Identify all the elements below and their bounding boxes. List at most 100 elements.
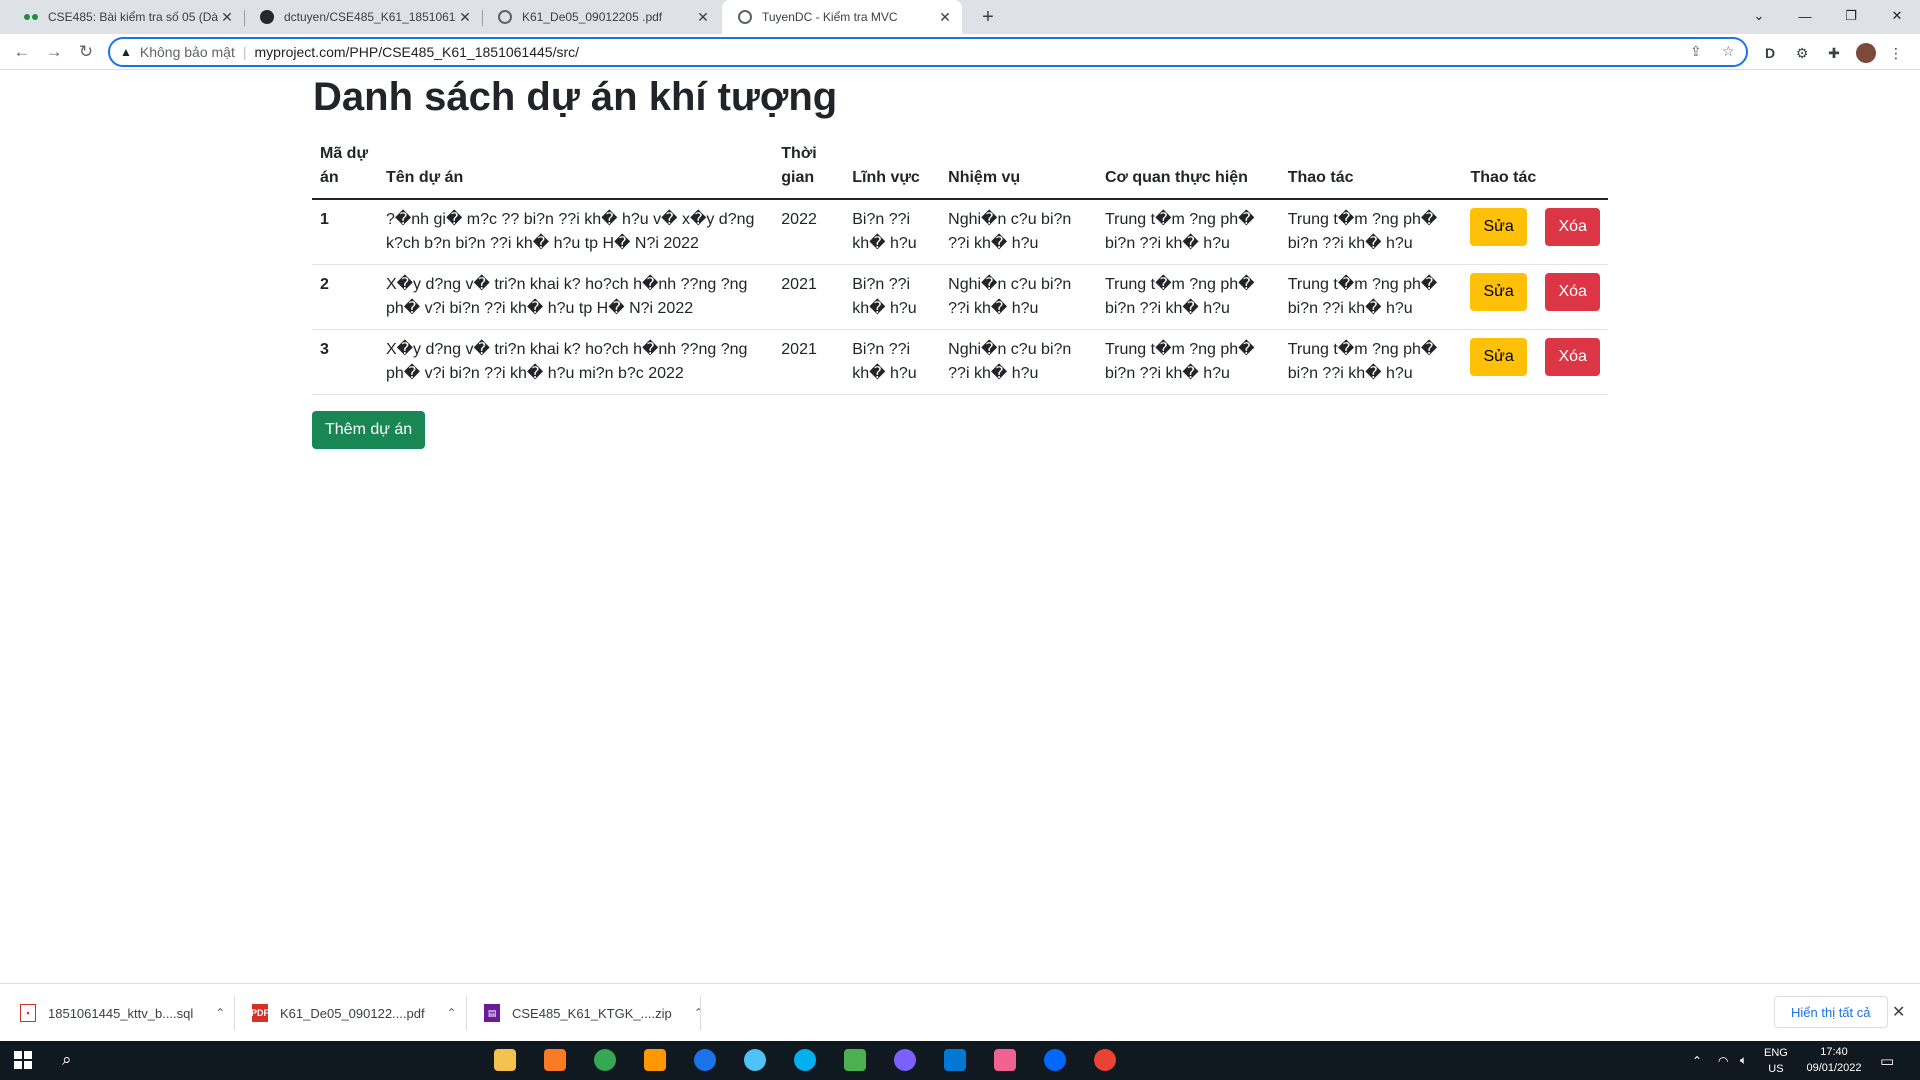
download-filename: CSE485_K61_KTGK_....zip	[512, 1005, 672, 1021]
download-item[interactable]: ▤ CSE485_K61_KTGK_....zip ⌃	[484, 984, 704, 1042]
delete-button[interactable]: Xóa	[1545, 273, 1600, 311]
reload-icon[interactable]: ↻	[74, 40, 98, 64]
column-header-agency: Cơ quan thực hiện	[1096, 134, 1280, 200]
restore-button[interactable]: ❐	[1836, 4, 1866, 28]
cell-agency: Trung t�m ?ng ph� bi?n ??i kh� h?u	[1096, 264, 1280, 330]
cell-year: 2021	[773, 264, 845, 330]
profile-avatar[interactable]	[1856, 43, 1876, 63]
tab-search-icon[interactable]: ⌄	[1744, 4, 1774, 28]
page-content: Danh sách dự án khí tượng Mã dự án Tên d…	[312, 72, 1608, 449]
browser-tab-1[interactable]: CSE485: Bài kiểm tra số 05 (Dành ✕	[8, 0, 244, 34]
close-icon[interactable]: ✕	[218, 8, 236, 26]
tray-chevron-icon[interactable]: ⌃	[1692, 1041, 1702, 1080]
clock[interactable]: 17:40 09/01/2022	[1804, 1044, 1864, 1076]
browser-tab-2[interactable]: dctuyen/CSE485_K61_1851061445 ✕	[244, 0, 482, 34]
messenger-icon[interactable]	[894, 1049, 916, 1071]
close-icon[interactable]: ✕	[1892, 1002, 1905, 1022]
windows-start-icon[interactable]	[14, 1051, 32, 1069]
language-indicator[interactable]: ENG US	[1764, 1045, 1788, 1077]
page-title: Danh sách dự án khí tượng	[313, 75, 838, 119]
cell-edit: Sửa	[1462, 329, 1538, 395]
close-icon[interactable]: ✕	[694, 8, 712, 26]
share-icon[interactable]: ⇪	[1690, 43, 1702, 60]
search-icon[interactable]: ⌕	[62, 1050, 72, 1070]
sublime-icon[interactable]	[644, 1049, 666, 1071]
chevron-up-icon[interactable]: ⌃	[694, 1006, 704, 1020]
download-divider	[700, 996, 701, 1030]
classroom-icon	[24, 14, 38, 20]
cell-name: X�y d?ng v� tri?n khai k? ho?ch h�nh ??n…	[377, 264, 774, 330]
window-close-button[interactable]: ✕	[1882, 4, 1912, 28]
cell-edit: Sửa	[1462, 199, 1538, 265]
cell-agency: Trung t�m ?ng ph� bi?n ??i kh� h?u	[1096, 329, 1280, 395]
close-icon[interactable]: ✕	[936, 8, 954, 26]
table-row: 1 ?�nh gi� m?c ?? bi?n ??i kh� h?u v� x�…	[312, 199, 1608, 265]
extension-d-icon[interactable]: D	[1760, 43, 1780, 63]
table-header-row: Mã dự án Tên dự án Thời gian Lĩnh vực Nh…	[312, 134, 1608, 200]
clock-date: 09/01/2022	[1806, 1062, 1862, 1074]
edit-button[interactable]: Sửa	[1470, 208, 1527, 246]
file-explorer-icon[interactable]	[494, 1049, 516, 1071]
security-label[interactable]: Không bảo mật	[140, 44, 235, 60]
column-header-year: Thời gian	[773, 134, 845, 200]
language-region: US	[1768, 1063, 1784, 1075]
cell-edit: Sửa	[1462, 264, 1538, 330]
delete-button[interactable]: Xóa	[1545, 338, 1600, 376]
notification-icon[interactable]: ▭	[1880, 1041, 1894, 1080]
cell-task: Nghi�n c?u bi?n ??i kh� h?u	[940, 199, 1097, 265]
projects-table: Mã dự án Tên dự án Thời gian Lĩnh vực Nh…	[312, 134, 1608, 395]
tab-title: dctuyen/CSE485_K61_1851061445	[284, 10, 456, 24]
new-tab-button[interactable]: +	[976, 5, 1000, 29]
extensions-puzzle-icon[interactable]: ✚	[1824, 43, 1844, 63]
forward-icon[interactable]: →	[42, 40, 66, 64]
maps-icon[interactable]	[694, 1049, 716, 1071]
minimize-button[interactable]: —	[1790, 4, 1820, 28]
chrome-icon[interactable]	[594, 1049, 616, 1071]
chrome-icon[interactable]	[1094, 1049, 1116, 1071]
zalo-icon[interactable]	[1044, 1049, 1066, 1071]
download-item[interactable]: ▪ 1851061445_kttv_b....sql ⌃	[20, 984, 225, 1042]
bookmark-star-icon[interactable]: ☆	[1722, 43, 1735, 60]
column-header-action-2: Thao tác	[1462, 134, 1608, 200]
browser-tab-4[interactable]: TuyenDC - Kiểm tra MVC ✕	[722, 0, 962, 34]
xampp-icon[interactable]	[544, 1049, 566, 1071]
browser-toolbar: ← → ↻ ▲ Không bảo mật | myproject.com/PH…	[0, 34, 1920, 70]
chevron-up-icon[interactable]: ⌃	[447, 1006, 457, 1020]
cell-action-text: Trung t�m ?ng ph� bi?n ??i kh� h?u	[1279, 264, 1463, 330]
column-header-task: Nhiệm vụ	[940, 134, 1097, 200]
cell-delete: Xóa	[1537, 199, 1608, 265]
tab-title: TuyenDC - Kiểm tra MVC	[762, 10, 898, 24]
extension-gear-icon[interactable]: ⚙	[1792, 43, 1812, 63]
cell-id: 3	[312, 329, 378, 395]
edit-button[interactable]: Sửa	[1470, 338, 1527, 376]
cell-id: 2	[312, 264, 378, 330]
volume-icon[interactable]: 🔈︎	[1740, 1041, 1747, 1080]
cell-action-text: Trung t�m ?ng ph� bi?n ??i kh� h?u	[1279, 329, 1463, 395]
github-icon	[260, 10, 274, 24]
cell-id: 1	[312, 199, 378, 265]
close-icon[interactable]: ✕	[456, 8, 474, 26]
cell-field: Bi?n ??i kh� h?u	[844, 264, 941, 330]
zip-file-icon: ▤	[484, 1004, 500, 1022]
app-icon[interactable]	[844, 1049, 866, 1071]
download-divider	[466, 996, 467, 1030]
wifi-icon[interactable]: ◠	[1718, 1041, 1728, 1080]
vscode-icon[interactable]	[944, 1049, 966, 1071]
url-text[interactable]: myproject.com/PHP/CSE485_K61_1851061445/…	[255, 44, 580, 60]
back-icon[interactable]: ←	[10, 40, 34, 64]
chevron-up-icon[interactable]: ⌃	[215, 1006, 225, 1020]
skype-icon[interactable]	[794, 1049, 816, 1071]
app-icon[interactable]	[994, 1049, 1016, 1071]
tab-title: K61_De05_09012205 .pdf	[522, 10, 663, 24]
menu-icon[interactable]: ⋮	[1886, 43, 1906, 63]
address-bar[interactable]: ▲ Không bảo mật | myproject.com/PHP/CSE4…	[108, 37, 1748, 67]
browser-tab-3[interactable]: K61_De05_09012205 .pdf ✕	[482, 0, 720, 34]
cell-task: Nghi�n c?u bi?n ??i kh� h?u	[940, 329, 1097, 395]
show-all-downloads-button[interactable]: Hiển thị tất cả	[1774, 996, 1888, 1028]
add-project-button[interactable]: Thêm dự án	[312, 411, 426, 449]
delete-button[interactable]: Xóa	[1545, 208, 1600, 246]
download-item[interactable]: PDF K61_De05_090122....pdf ⌃	[251, 984, 457, 1042]
photos-icon[interactable]	[744, 1049, 766, 1071]
cell-task: Nghi�n c?u bi?n ??i kh� h?u	[940, 264, 1097, 330]
edit-button[interactable]: Sửa	[1470, 273, 1527, 311]
